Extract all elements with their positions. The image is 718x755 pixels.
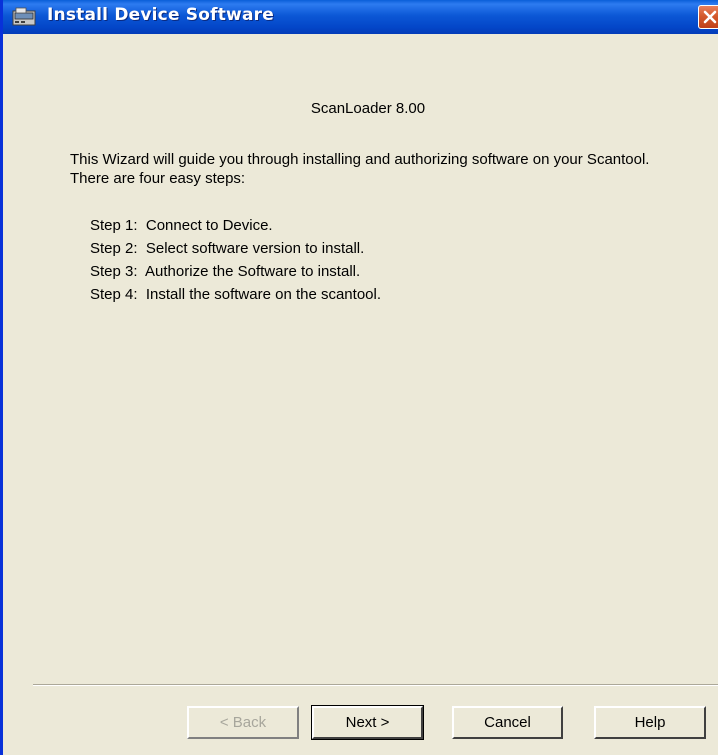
help-button[interactable]: Help xyxy=(594,706,706,739)
close-button[interactable] xyxy=(698,5,718,29)
list-item: Step 3: Authorize the Software to instal… xyxy=(90,263,361,280)
title-bar[interactable]: Install Device Software xyxy=(3,0,718,34)
steps-list: Step 1: Connect to Device. Step 2: Selec… xyxy=(90,216,381,308)
product-title: ScanLoader 8.00 xyxy=(310,100,426,117)
list-item: Step 2: Select software version to insta… xyxy=(90,240,365,257)
installer-window-icon xyxy=(12,7,36,27)
next-button[interactable]: Next > xyxy=(311,705,424,740)
cancel-button[interactable]: Cancel xyxy=(452,706,563,739)
back-button[interactable]: < Back xyxy=(187,706,299,739)
footer-separator xyxy=(33,684,718,686)
list-item: Step 4: Install the software on the scan… xyxy=(90,286,382,303)
window-title: Install Device Software xyxy=(47,5,274,25)
list-item: Step 1: Connect to Device. xyxy=(90,217,273,234)
intro-text: This Wizard will guide you through insta… xyxy=(70,151,650,187)
install-device-software-dialog: Install Device Software ScanLoader 8.00 … xyxy=(0,0,718,755)
